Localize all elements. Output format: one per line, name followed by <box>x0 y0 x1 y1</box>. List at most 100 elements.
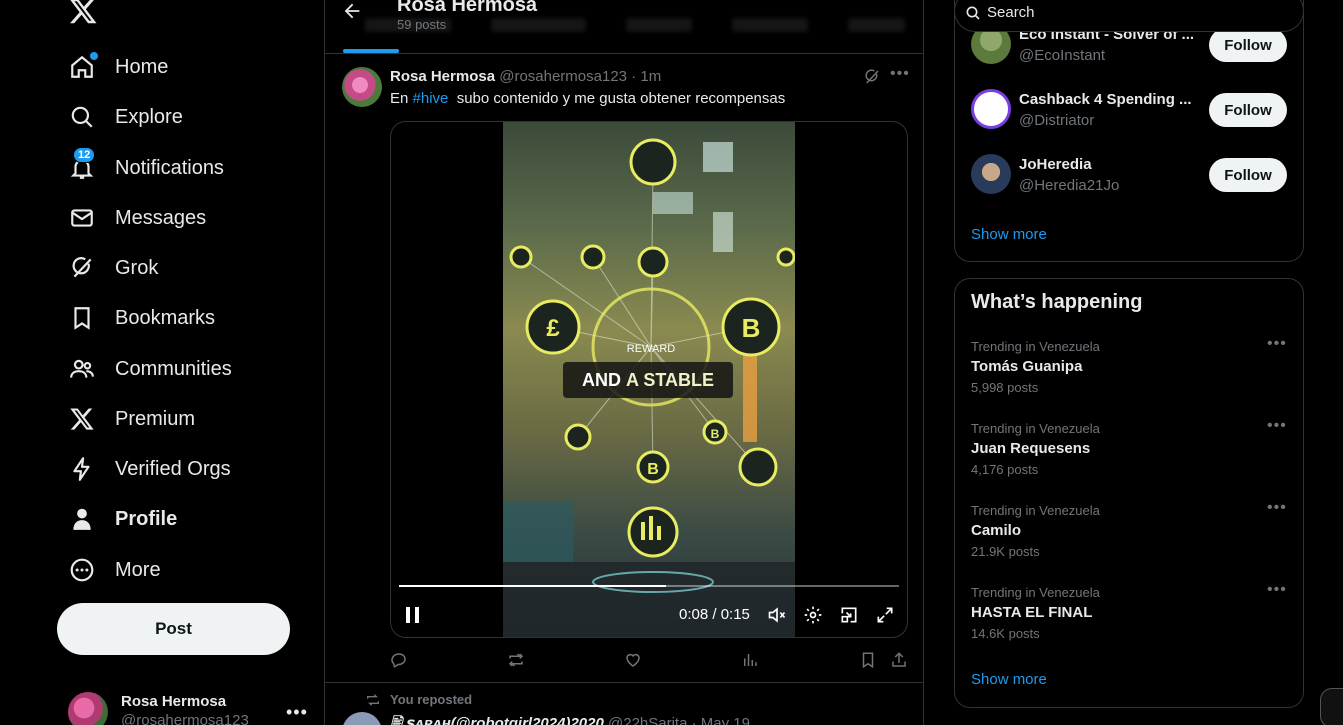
trend-item[interactable]: Trending in Venezuela HASTA EL FINAL 14.… <box>971 581 1291 649</box>
nav-label: More <box>115 558 161 581</box>
nav-premium[interactable]: Premium <box>57 396 207 442</box>
account-switcher[interactable]: Rosa Hermosa @rosahermosa123 ••• <box>68 690 313 725</box>
video-controls: 0:08 / 0:15 <box>391 600 907 630</box>
follow-button[interactable]: Follow <box>1209 158 1287 192</box>
trend-context: Trending in Venezuela <box>971 421 1100 436</box>
trend-topic: Tomás Guanipa <box>971 358 1083 375</box>
avatar[interactable] <box>342 712 382 725</box>
active-tab-indicator <box>343 49 399 53</box>
bookmark-icon[interactable] <box>859 651 877 669</box>
settings-gear-icon[interactable] <box>803 605 823 625</box>
like-heart-icon[interactable] <box>624 651 642 669</box>
nav-messages[interactable]: Messages <box>57 195 218 241</box>
timeline: Rosa Hermosa 59 posts Rosa Hermosa @rosa… <box>324 0 924 725</box>
nav-label: Bookmarks <box>115 306 216 329</box>
tweet[interactable]: Rosa Hermosa @rosahermosa123 · 1m ••• En… <box>325 55 923 683</box>
show-more-link[interactable]: Show more <box>971 226 1047 243</box>
nav-home[interactable]: Home <box>57 44 180 90</box>
nav-communities[interactable]: Communities <box>57 346 244 392</box>
nav-bookmarks[interactable]: Bookmarks <box>57 295 227 341</box>
hashtag-link[interactable]: #hive <box>413 90 449 107</box>
avatar[interactable] <box>971 89 1011 129</box>
nav-profile[interactable]: Profile <box>57 496 189 542</box>
follow-button[interactable]: Follow <box>1209 93 1287 127</box>
tweet-text-post: subo contenido y me gusta obtener recomp… <box>448 90 786 107</box>
suggestion-name[interactable]: Cashback 4 Spending ... <box>1019 91 1197 108</box>
search-input[interactable] <box>987 1 1287 23</box>
svg-text:£: £ <box>546 315 560 342</box>
profile-header-bar: Rosa Hermosa 59 posts <box>325 0 923 54</box>
suggestion-name[interactable]: JoHeredia <box>1019 156 1197 173</box>
reply-icon[interactable] <box>390 651 408 669</box>
avatar[interactable] <box>971 154 1011 194</box>
avatar[interactable] <box>342 67 382 107</box>
tweet-text-pre: En <box>390 90 413 107</box>
nav-notifications[interactable]: 12 Notifications <box>57 145 236 191</box>
app-root: Home Explore 12 Notifications Messages G… <box>0 0 1343 725</box>
messages-drawer-button[interactable] <box>1320 688 1343 725</box>
more-dots-icon[interactable]: ••• <box>1267 499 1287 517</box>
tweet-time[interactable]: · 1m <box>631 68 661 85</box>
tweet-author-name[interactable]: Rosa Hermosa <box>390 68 495 85</box>
tweet-author-handle[interactable]: @rosahermosa123 <box>499 68 627 85</box>
pause-icon[interactable] <box>405 606 421 624</box>
follow-button[interactable]: Follow <box>1209 28 1287 62</box>
account-name: Rosa Hermosa <box>121 693 227 710</box>
trend-topic: HASTA EL FINAL <box>971 604 1093 621</box>
more-dots-icon[interactable]: ••• <box>1267 581 1287 599</box>
account-handle: @rosahermosa123 <box>121 712 249 725</box>
grok-icon[interactable] <box>863 68 881 86</box>
repost-label: You reposted <box>390 692 473 707</box>
reward-label: REWARD <box>627 343 676 355</box>
video-progress-fill <box>399 585 666 587</box>
views-chart-icon[interactable] <box>741 651 759 669</box>
search-icon <box>69 104 95 130</box>
tweet-author-name[interactable]: 🖹 ꜱᴀʀᴀʜ(@robotgirl2024)2020 <box>390 715 604 725</box>
video-progress-bar[interactable] <box>399 585 899 587</box>
trend-item[interactable]: Trending in Venezuela Tomás Guanipa 5,99… <box>971 335 1291 403</box>
nav-label: Premium <box>115 407 196 430</box>
nav-explore[interactable]: Explore <box>57 94 195 140</box>
video-time: 0:08 / 0:15 <box>679 606 750 623</box>
bookmark-icon <box>69 305 95 331</box>
more-dots-icon[interactable]: ••• <box>1267 335 1287 353</box>
tweet-header: Rosa Hermosa @rosahermosa123 · 1m <box>390 68 661 85</box>
lightning-icon <box>69 456 95 482</box>
follow-suggestion[interactable]: Cashback 4 Spending ... @Distriator Foll… <box>971 85 1291 135</box>
svg-text:B: B <box>742 313 761 343</box>
suggestion-handle: @Heredia21Jo <box>1019 177 1120 194</box>
x-logo-icon[interactable] <box>68 0 98 26</box>
post-button[interactable]: Post <box>57 603 290 655</box>
nav-grok[interactable]: Grok <box>57 245 170 291</box>
search-box[interactable] <box>954 0 1304 32</box>
video-player[interactable]: REWARD £ B B B AND A STABLE 0:08 / 0:15 <box>390 121 908 638</box>
people-icon <box>69 356 95 382</box>
nav-label: Messages <box>115 206 207 229</box>
nav-label: Notifications <box>115 156 224 179</box>
more-dots-icon[interactable]: ••• <box>890 65 910 83</box>
nav-more[interactable]: More <box>57 547 173 593</box>
fullscreen-icon[interactable] <box>875 605 895 625</box>
muted-speaker-icon[interactable] <box>767 605 787 625</box>
tweet-author-meta[interactable]: @22hSarita · May 19 <box>608 715 750 725</box>
trend-item[interactable]: Trending in Venezuela Juan Requesens 4,1… <box>971 417 1291 485</box>
trend-count: 4,176 posts <box>971 462 1039 477</box>
page-title: Rosa Hermosa <box>397 0 538 16</box>
show-more-link[interactable]: Show more <box>971 671 1047 688</box>
reposted-tweet[interactable]: You reposted 🖹 ꜱᴀʀᴀʜ(@robotgirl2024)2020… <box>325 684 923 725</box>
picture-in-picture-icon[interactable] <box>839 605 859 625</box>
back-arrow-icon[interactable] <box>341 0 363 22</box>
follow-suggestion[interactable]: JoHeredia @Heredia21Jo Follow <box>971 150 1291 200</box>
trend-item[interactable]: Trending in Venezuela Camilo 21.9K posts… <box>971 499 1291 567</box>
search-icon <box>966 6 980 20</box>
nav-label: Profile <box>115 507 178 530</box>
nav-verified-orgs[interactable]: Verified Orgs <box>57 446 243 492</box>
repost-icon[interactable] <box>507 651 525 669</box>
share-icon[interactable] <box>890 651 908 669</box>
suggestion-handle: @Distriator <box>1019 112 1095 129</box>
tweet-text: En #hive subo contenido y me gusta obten… <box>390 90 785 107</box>
trend-count: 21.9K posts <box>971 544 1040 559</box>
trend-topic: Juan Requesens <box>971 440 1091 457</box>
left-sidebar: Home Explore 12 Notifications Messages G… <box>0 0 324 725</box>
more-dots-icon[interactable]: ••• <box>1267 417 1287 435</box>
